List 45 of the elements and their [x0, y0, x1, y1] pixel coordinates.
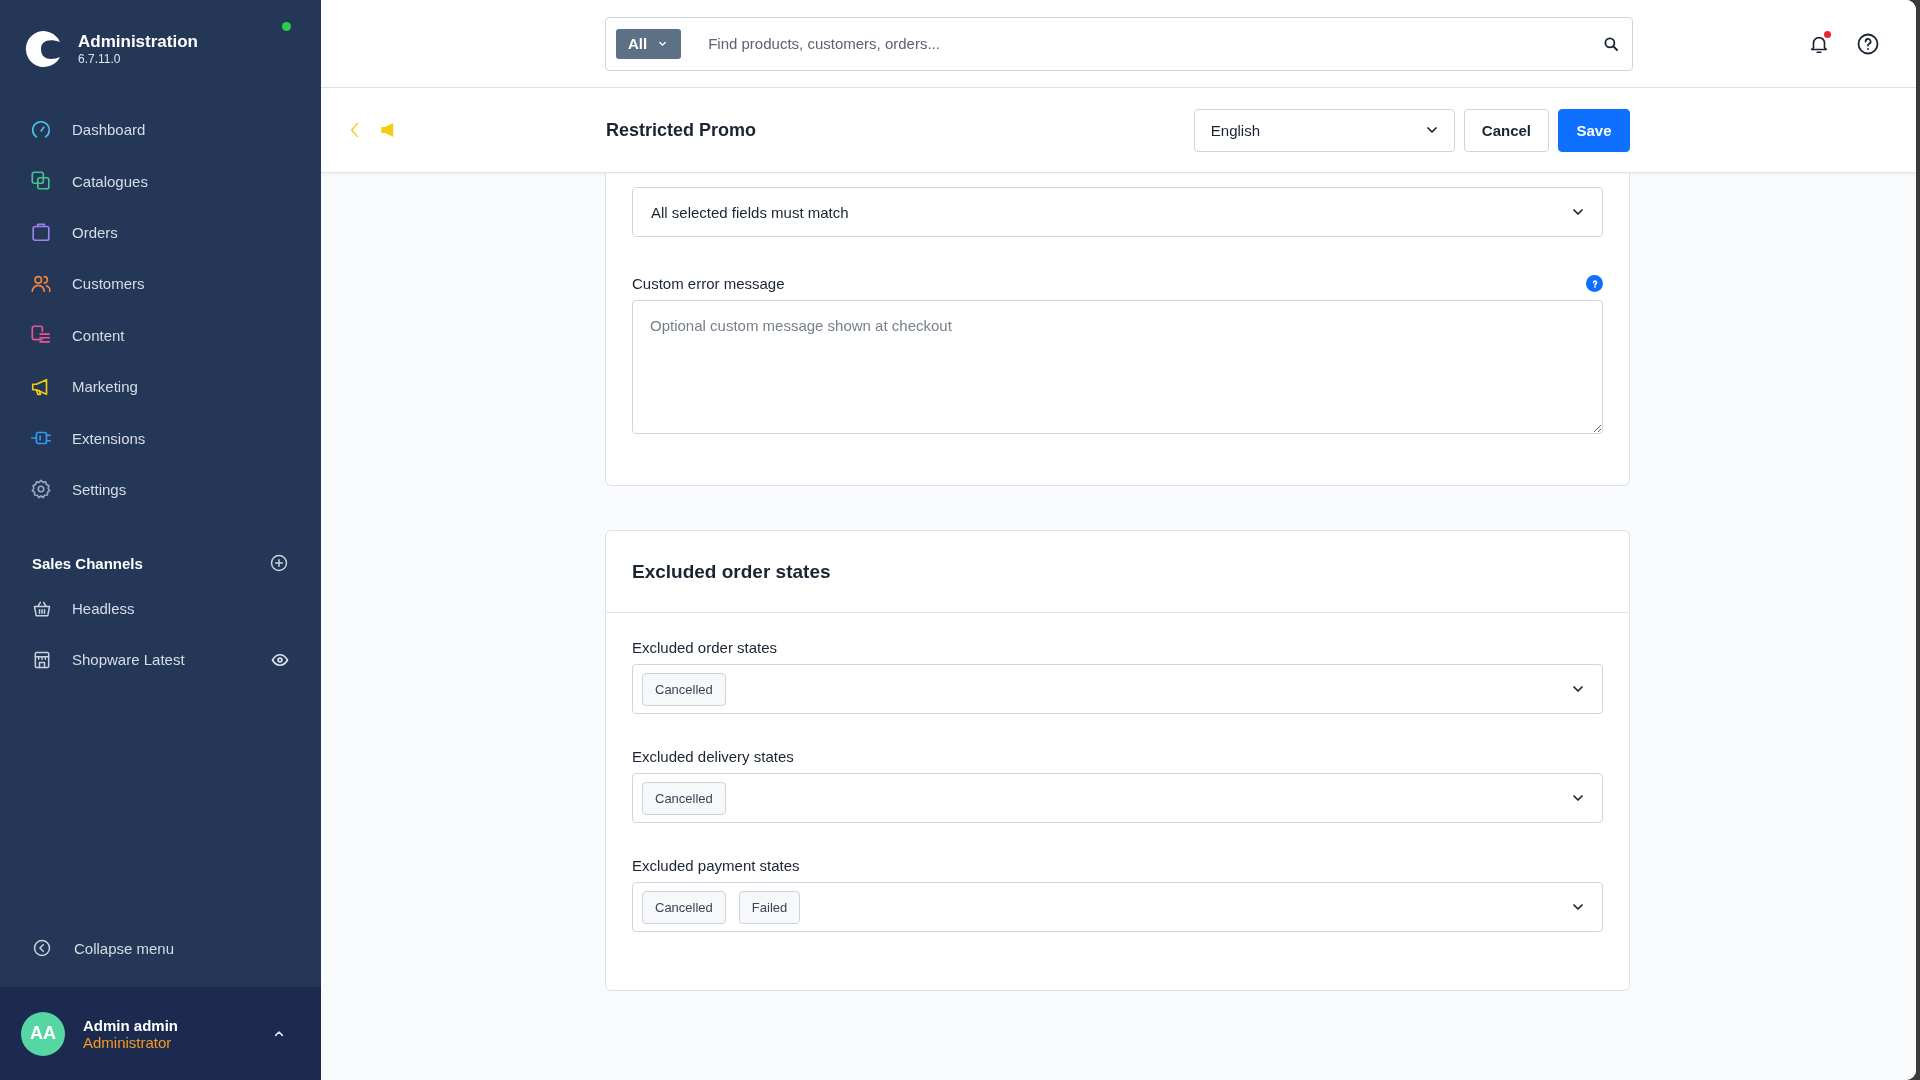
- gear-icon: [30, 478, 52, 501]
- field-label: Excluded delivery states: [632, 748, 794, 765]
- nav-item[interactable]: Orders: [72, 223, 118, 241]
- nav-item[interactable]: Dashboard: [72, 121, 146, 139]
- multiselect-field[interactable]: Cancelled Failed: [632, 882, 1603, 932]
- tag: Cancelled: [642, 781, 726, 815]
- textarea-field[interactable]: Optional custom message shown at checkout: [632, 300, 1603, 434]
- nav-item[interactable]: Customers: [72, 275, 145, 293]
- nav-item[interactable]: Extensions: [72, 429, 146, 447]
- storefront-icon: [32, 649, 52, 670]
- gauge-icon: [30, 118, 52, 141]
- multiselect-field[interactable]: Cancelled: [632, 664, 1603, 714]
- section-title: Sales Channels: [32, 554, 143, 572]
- page-title: Restricted Promo: [606, 119, 758, 141]
- bag-icon: [30, 221, 52, 244]
- collapse-menu-link[interactable]: Collapse menu: [74, 939, 175, 957]
- nav-item[interactable]: Settings: [72, 480, 127, 498]
- multiselect-field[interactable]: Cancelled: [632, 773, 1603, 823]
- add-icon[interactable]: [269, 553, 289, 574]
- chevron-circle-icon: [32, 938, 52, 958]
- sales-channel-item[interactable]: Shopware Latest: [72, 651, 251, 669]
- nav-item[interactable]: Catalogues: [72, 172, 148, 190]
- field-label: Custom error message: [632, 275, 785, 292]
- search-field[interactable]: All Find products, customers, orders...: [605, 16, 1633, 71]
- user-role: Administrator: [83, 1033, 172, 1051]
- tag: Cancelled: [642, 672, 726, 706]
- tag: Failed: [738, 890, 801, 924]
- save-button[interactable]: Save: [1558, 108, 1630, 152]
- field-label: Excluded payment states: [632, 857, 800, 874]
- scope-dropdown[interactable]: All: [616, 28, 682, 59]
- field-label: Excluded order states: [632, 639, 778, 656]
- nav-item[interactable]: Marketing: [72, 378, 138, 396]
- sales-channel-item[interactable]: Headless: [72, 600, 289, 618]
- tag: Cancelled: [642, 890, 726, 924]
- card-title: Excluded order states: [632, 560, 831, 583]
- app-version: 6.7.11.0: [78, 52, 121, 66]
- stacked-squares-icon: [30, 170, 52, 193]
- user-name: Admin admin: [83, 1016, 178, 1034]
- app-title: Administration: [78, 32, 198, 52]
- language-select[interactable]: English: [1193, 108, 1455, 152]
- help-icon: [1856, 31, 1880, 56]
- bell-icon[interactable]: [1808, 32, 1830, 55]
- nav-item[interactable]: Content: [72, 326, 125, 344]
- cancel-button[interactable]: Cancel: [1463, 108, 1549, 152]
- select-field[interactable]: All selected fields must match: [632, 187, 1603, 237]
